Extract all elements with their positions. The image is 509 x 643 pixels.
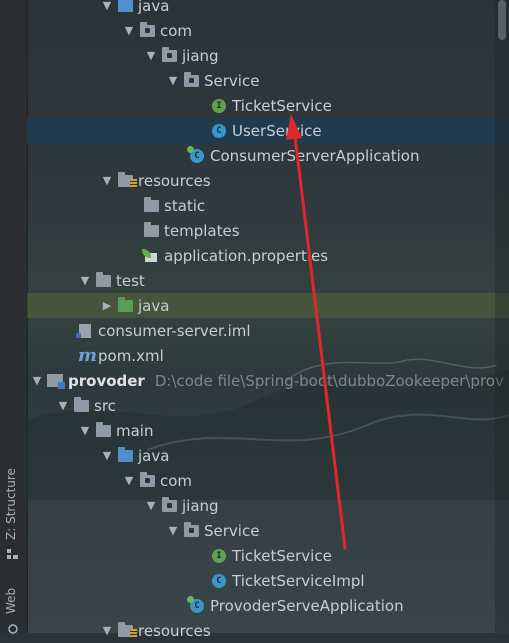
tree-row-com[interactable]: ▼ com xyxy=(27,468,495,493)
spring-app-class-icon: C xyxy=(187,145,207,165)
module-path: D:\code file\Spring-boot\dubboZookeeper\… xyxy=(154,371,504,390)
tree-row-src[interactable]: ▼ src xyxy=(27,393,495,418)
folder-icon xyxy=(141,221,161,240)
tree-row-service[interactable]: ▼ Service xyxy=(27,518,495,543)
tree-row-jiang[interactable]: ▼ jiang xyxy=(27,493,495,518)
expand-down-icon[interactable]: ▼ xyxy=(99,624,115,637)
folder-icon xyxy=(71,396,91,415)
test-folder-icon xyxy=(115,296,135,315)
tree-row-consumerserverapplication[interactable]: C ConsumerServerApplication xyxy=(27,143,495,168)
folder-icon xyxy=(93,271,113,290)
expand-down-icon[interactable]: ▼ xyxy=(77,274,93,287)
tree-row-pom-xml[interactable]: m pom.xml xyxy=(27,343,495,368)
package-icon xyxy=(137,21,157,40)
vertical-scrollbar[interactable] xyxy=(495,0,509,633)
tree-row-provoderserveapplication[interactable]: C ProvoderServeApplication xyxy=(27,593,495,618)
package-icon xyxy=(181,71,201,90)
structure-icon xyxy=(7,545,19,559)
source-folder-icon xyxy=(115,0,135,15)
tree-row-jiang[interactable]: ▼ jiang xyxy=(27,43,495,68)
properties-file-icon xyxy=(141,247,161,265)
web-tab[interactable]: Web xyxy=(4,588,18,614)
class-icon: C xyxy=(209,122,229,140)
tree-row-service[interactable]: ▼ Service xyxy=(27,68,495,93)
resources-folder-icon xyxy=(115,171,137,190)
tree-row-com[interactable]: ▼ com xyxy=(27,18,495,43)
interface-icon: I xyxy=(209,547,229,565)
expand-down-icon[interactable]: ▼ xyxy=(99,0,115,12)
interface-icon: I xyxy=(209,97,229,115)
folder-icon xyxy=(93,421,113,440)
structure-tab[interactable]: Z: Structure xyxy=(4,468,18,540)
tree-row-resources[interactable]: ▼ resources xyxy=(27,168,495,193)
package-icon xyxy=(159,496,179,515)
tree-row-test[interactable]: ▼ test xyxy=(27,268,495,293)
module-icon xyxy=(45,372,65,390)
tree-row-ticketservice[interactable]: I TicketService xyxy=(27,543,495,568)
package-icon xyxy=(181,521,201,540)
expand-down-icon[interactable]: ▼ xyxy=(143,49,159,62)
tree-row-userservice[interactable]: C UserService xyxy=(27,118,509,143)
package-icon xyxy=(137,471,157,490)
web-icon xyxy=(7,620,19,634)
expand-down-icon[interactable]: ▼ xyxy=(121,24,137,37)
tree-row-consumer-server-iml[interactable]: consumer-server.iml xyxy=(27,318,495,343)
expand-down-icon[interactable]: ▼ xyxy=(143,499,159,512)
tree-row-ticketserviceimpl[interactable]: C TicketServiceImpl xyxy=(27,568,495,593)
folder-icon xyxy=(141,196,161,215)
expand-down-icon[interactable]: ▼ xyxy=(165,74,181,87)
tree-row-ticketservice[interactable]: I TicketService xyxy=(27,93,495,118)
expand-right-icon[interactable]: ▶ xyxy=(99,299,115,312)
maven-icon: m xyxy=(78,345,98,366)
expand-down-icon[interactable]: ▼ xyxy=(29,374,45,387)
iml-file-icon xyxy=(75,322,95,340)
tree-row-test-java[interactable]: ▶ java xyxy=(27,293,509,318)
expand-down-icon[interactable]: ▼ xyxy=(99,174,115,187)
resources-folder-icon xyxy=(115,621,137,640)
tool-window-strip: Z: Structure Web xyxy=(0,0,28,634)
tree-row-java[interactable]: ▼ java xyxy=(27,443,495,468)
package-icon xyxy=(159,46,179,65)
source-folder-icon xyxy=(115,446,135,465)
tree-row-templates[interactable]: templates xyxy=(27,218,495,243)
tree-row-application-properties[interactable]: application.properties xyxy=(27,243,495,268)
expand-down-icon[interactable]: ▼ xyxy=(99,449,115,462)
class-icon: C xyxy=(209,572,229,590)
tree-row-static[interactable]: static xyxy=(27,193,495,218)
expand-down-icon[interactable]: ▼ xyxy=(121,474,137,487)
expand-down-icon[interactable]: ▼ xyxy=(165,524,181,537)
scrollbar-thumb[interactable] xyxy=(498,0,506,40)
expand-down-icon[interactable]: ▼ xyxy=(77,424,93,437)
spring-app-class-icon: C xyxy=(187,595,207,615)
expand-down-icon[interactable]: ▼ xyxy=(55,399,71,412)
tree-row-provoder[interactable]: ▼ provoder D:\code file\Spring-boot\dubb… xyxy=(27,368,504,393)
tree-row-resources[interactable]: ▼ resources xyxy=(27,618,495,643)
tree-row-main[interactable]: ▼ main xyxy=(27,418,495,443)
tree-row-java[interactable]: ▼ java xyxy=(27,0,495,18)
